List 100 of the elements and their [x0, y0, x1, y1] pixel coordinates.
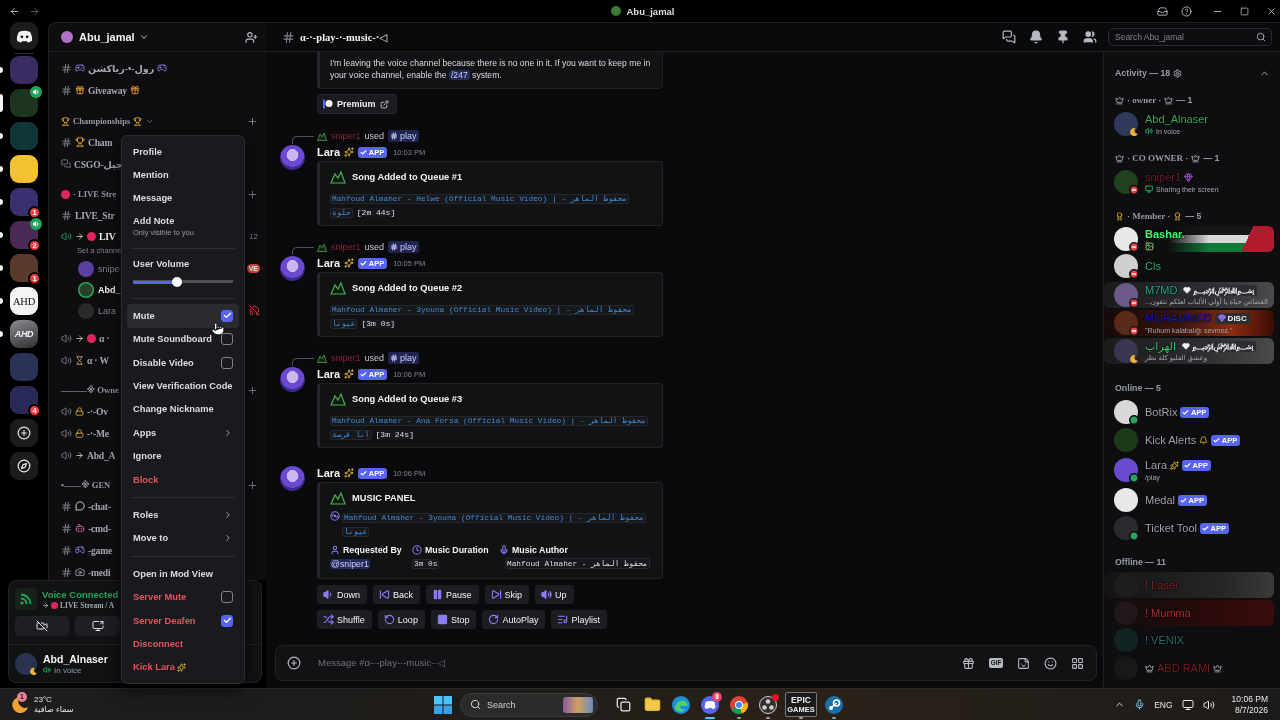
discover-button[interactable]: [10, 452, 38, 480]
author-name[interactable]: Lara: [317, 368, 341, 380]
app-logo-icon[interactable]: [701, 695, 719, 714]
autoplay-button[interactable]: AutoPlay: [482, 610, 546, 629]
folder-icon[interactable]: [643, 696, 661, 713]
premium-link-button[interactable]: Premium: [317, 94, 397, 114]
category-header[interactable]: ———※ Owne: [61, 385, 119, 395]
channel-link[interactable]: -chat-: [49, 495, 111, 517]
channel-link[interactable]: LIV: [49, 226, 116, 246]
three-dots-circle-icon[interactable]: [759, 695, 777, 714]
forward-arrow-icon[interactable]: [29, 5, 40, 17]
menu-item[interactable]: Message: [127, 186, 239, 211]
plus-icon[interactable]: [247, 479, 258, 491]
skip-button[interactable]: Skip: [484, 585, 530, 604]
four-squares-logo-icon[interactable]: [434, 695, 452, 714]
checkbox[interactable]: [221, 309, 233, 322]
command-link[interactable]: play: [388, 130, 419, 142]
help-icon[interactable]: [1181, 5, 1192, 17]
menu-item[interactable]: View Verification Code: [127, 374, 239, 398]
channel-link[interactable]: -·-Me: [49, 422, 109, 444]
command-link[interactable]: play: [388, 352, 419, 364]
message-field[interactable]: Message #α-·-play-·-music-·◁: [318, 648, 949, 678]
camera-button[interactable]: [15, 616, 69, 636]
loop-button[interactable]: Loop: [377, 610, 425, 629]
language-indicator[interactable]: ENG: [1154, 699, 1173, 710]
server-icon[interactable]: [10, 188, 38, 216]
command-link[interactable]: /247: [448, 70, 470, 80]
microphone-icon[interactable]: [1134, 699, 1146, 710]
home-button[interactable]: [10, 22, 38, 50]
menu-item[interactable]: Ignore: [127, 444, 239, 468]
gift-icon[interactable]: [962, 656, 976, 670]
menu-item[interactable]: Mute: [127, 304, 239, 328]
category-header[interactable]: •——※ GEN: [61, 480, 111, 490]
server-icon[interactable]: [10, 155, 38, 183]
menu-item[interactable]: Change Nickname: [127, 397, 239, 422]
menu-item[interactable]: Kick Lara: [127, 655, 239, 680]
category-header[interactable]: Championships: [61, 116, 155, 126]
monitor-icon[interactable]: [1181, 698, 1194, 711]
member-name[interactable]: الهراب: [1145, 339, 1176, 353]
pin-icon[interactable]: [1056, 30, 1070, 44]
volume-down-button[interactable]: Down: [317, 585, 367, 604]
speech-bubbles-icon[interactable]: [1002, 30, 1016, 44]
channel-link[interactable]: LIVE_Str: [49, 204, 115, 226]
close-icon[interactable]: [1266, 5, 1277, 17]
menu-item[interactable]: Server Mute: [127, 585, 239, 609]
channel-link[interactable]: Abd_A: [49, 444, 116, 466]
inbox-icon[interactable]: [1157, 5, 1168, 17]
slider-thumb[interactable]: [172, 277, 182, 288]
channel-link[interactable]: -game: [49, 539, 113, 561]
channel-link[interactable]: CSGO-جيل: [49, 153, 123, 175]
server-icon[interactable]: [10, 89, 38, 117]
category-header[interactable]: · LIVE Stre: [61, 189, 117, 199]
member-name[interactable]: Cls: [1145, 260, 1161, 272]
back-button[interactable]: Back: [373, 585, 421, 604]
menu-item[interactable]: Move to: [127, 526, 239, 551]
menu-item[interactable]: Profile: [127, 140, 239, 164]
user-mention[interactable]: @sniper1: [330, 558, 370, 569]
round-logo-icon[interactable]: [825, 695, 843, 714]
taskbar-search[interactable]: Search: [460, 692, 598, 717]
wave-logo-icon[interactable]: [672, 695, 690, 714]
add-server-button[interactable]: [10, 419, 38, 447]
server-icon[interactable]: [10, 386, 38, 414]
member-name[interactable]: Bashar.: [1145, 228, 1185, 240]
member-name[interactable]: Kick Alerts: [1145, 434, 1197, 446]
channel-link[interactable]: -medi: [49, 561, 111, 580]
member-name[interactable]: Abd_Alnaser: [1145, 113, 1208, 125]
screen-share-button[interactable]: [75, 616, 120, 636]
server-icon[interactable]: [10, 254, 38, 282]
member-name[interactable]: M7MD: [1145, 284, 1178, 296]
channel-link[interactable]: رول-•-رياكشن: [49, 57, 168, 79]
channel-link[interactable]: α ·: [49, 327, 110, 349]
plus-icon[interactable]: [247, 115, 258, 127]
server-icon[interactable]: [10, 221, 38, 249]
stop-button[interactable]: Stop: [430, 610, 477, 629]
back-arrow-icon[interactable]: [9, 5, 20, 17]
clock[interactable]: 10:06 PM 8/7/2026: [1231, 693, 1268, 716]
sticker-icon[interactable]: [1017, 656, 1030, 670]
menu-item[interactable]: Open in Mod View: [127, 562, 239, 586]
menu-item[interactable]: Disconnect: [127, 632, 239, 656]
channel-link[interactable]: -cmd-: [49, 517, 111, 539]
member-name[interactable]: Lara: [1145, 459, 1168, 471]
server-button[interactable]: AHD: [10, 320, 38, 348]
member-name[interactable]: BotRix: [1145, 406, 1178, 418]
menu-item[interactable]: Server Deafen: [127, 608, 239, 633]
shuffle-button[interactable]: Shuffle: [317, 610, 372, 629]
menu-item[interactable]: Disable Video: [127, 350, 239, 375]
plus-icon[interactable]: [247, 188, 258, 200]
member-name[interactable]: Ticket Tool: [1145, 522, 1197, 534]
maximize-icon[interactable]: [1240, 6, 1249, 16]
channel-link[interactable]: α · W: [49, 349, 109, 371]
browser-logo-icon[interactable]: [730, 695, 748, 714]
channel-link[interactable]: Giveaway: [49, 79, 140, 101]
plus-icon[interactable]: [247, 384, 258, 396]
menu-item[interactable]: Mention: [127, 163, 239, 187]
plus-icon[interactable]: [287, 656, 301, 670]
menu-item[interactable]: Roles: [127, 503, 239, 527]
checkbox[interactable]: [221, 356, 233, 369]
volume-up-button[interactable]: Up: [535, 585, 574, 604]
speaker-icon[interactable]: [1202, 698, 1215, 711]
server-name[interactable]: Abu_jamal: [79, 31, 135, 43]
